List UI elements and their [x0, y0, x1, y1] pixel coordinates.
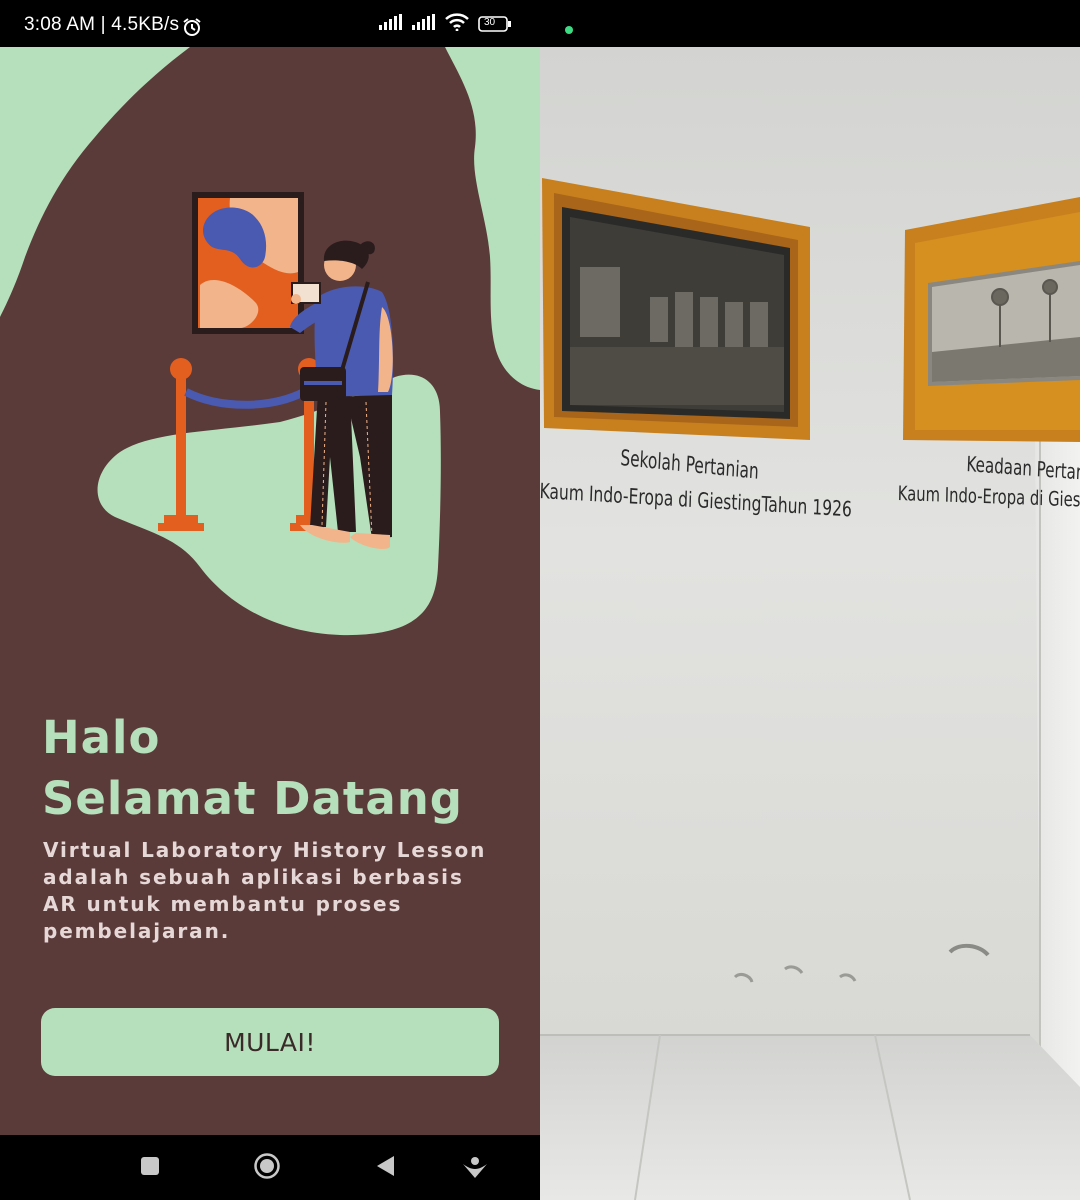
signal-icon: [379, 14, 403, 34]
ar-camera-view[interactable]: Sekolah Pertanian Kaum Indo-Eropa di Gie…: [540, 47, 1080, 1200]
navigation-bar: [0, 1135, 540, 1200]
circle-icon: [253, 1152, 281, 1184]
status-bar-dark: [540, 0, 1080, 47]
recents-button[interactable]: [137, 1155, 163, 1181]
welcome-phone: 3:08 AM | 4.5KB/s 30 Halo Selamat Datang…: [0, 0, 540, 1200]
battery-icon: 30: [478, 16, 512, 32]
welcome-screen: Halo Selamat Datang Virtual Laboratory H…: [0, 47, 540, 1135]
square-icon: [139, 1155, 161, 1181]
alarm-icon: [182, 17, 202, 41]
assistant-button[interactable]: [462, 1155, 488, 1181]
triangle-back-icon: [374, 1154, 396, 1182]
ar-phone: Sekolah Pertanian Kaum Indo-Eropa di Gie…: [540, 0, 1080, 1200]
camera-indicator-icon: [565, 26, 573, 34]
museum-visitor-illustration: [158, 192, 394, 549]
signal-icon-2: [412, 14, 436, 34]
room-scene: [540, 47, 1080, 1200]
status-bar: 3:08 AM | 4.5KB/s 30: [0, 0, 540, 47]
home-button[interactable]: [253, 1152, 281, 1184]
start-button[interactable]: MULAI!: [41, 1008, 499, 1076]
title-line-2: Selamat Datang: [42, 772, 463, 825]
back-button[interactable]: [372, 1155, 398, 1181]
battery-level: 30: [484, 17, 496, 28]
assistant-icon: [461, 1152, 489, 1184]
title-line-1: Halo: [42, 711, 161, 764]
status-time-speed: 3:08 AM | 4.5KB/s: [24, 14, 180, 35]
wifi-icon: [445, 13, 469, 35]
app-description: Virtual Laboratory History Lesson adalah…: [43, 838, 487, 943]
welcome-title: Halo Selamat Datang: [42, 707, 463, 829]
